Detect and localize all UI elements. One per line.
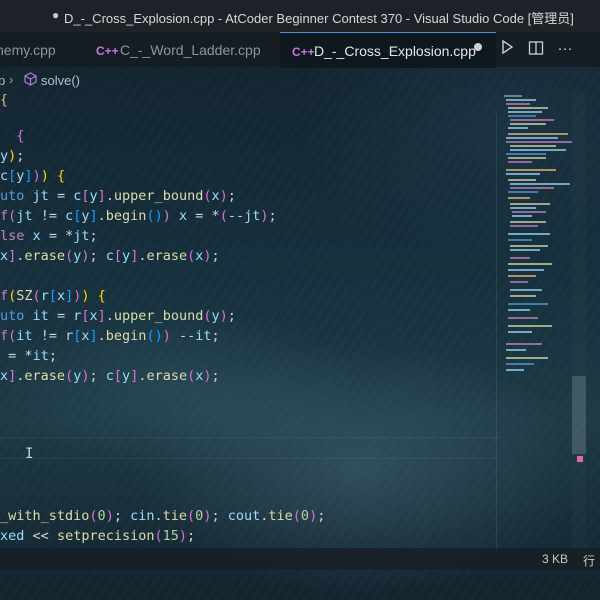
cursor-position[interactable]: 行 <box>583 552 595 569</box>
scrollbar-thumb[interactable] <box>572 376 586 454</box>
sticky-scroll-bracket: { <box>0 93 8 108</box>
code-line: uto jt = c[y].upper_bound(x); <box>0 188 236 204</box>
code-line: lse x = *jt; <box>0 228 98 244</box>
cpp-file-icon: C++ <box>292 45 315 59</box>
chevron-right-icon: › <box>9 72 14 87</box>
code-line: f(it != r[x].begin()) --it; <box>0 328 220 344</box>
window-title: D_-_Cross_Explosion.cpp - AtCoder Beginn… <box>64 11 574 26</box>
scrollbar-marker <box>577 456 583 462</box>
cpp-file-icon: C++ <box>96 44 119 58</box>
breadcrumb: p › solve() <box>0 67 600 93</box>
code-line: x].erase(y); c[y].erase(x); <box>0 368 220 384</box>
unsaved-dot-icon[interactable] <box>474 43 482 51</box>
unsaved-indicator: ● <box>52 8 60 22</box>
more-actions-icon[interactable]: ··· <box>556 40 574 58</box>
breadcrumb-item[interactable]: p <box>0 73 5 88</box>
minimap[interactable] <box>500 93 572 463</box>
code-editor[interactable]: { y); c[y])) { uto jt = c[y].upper_bound… <box>0 126 500 556</box>
status-bar: 3 KB 行 <box>0 548 600 570</box>
code-line: { <box>16 128 25 144</box>
code-line: x].erase(y); c[y].erase(x); <box>0 248 220 264</box>
tab-word-ladder[interactable]: C++ C_-_Word_Ladder.cpp <box>96 32 266 67</box>
run-icon[interactable] <box>498 39 516 58</box>
tab-label: hemy.cpp <box>0 42 56 58</box>
tab-hemy[interactable]: hemy.cpp <box>0 32 74 67</box>
code-line: y); <box>0 148 25 164</box>
tab-label: D_-_Cross_Explosion.cpp <box>314 43 476 59</box>
code-line: = *it; <box>8 348 57 364</box>
code-line: f(SZ(r[x])) { <box>0 288 106 304</box>
breadcrumb-item-solve[interactable]: solve() <box>41 73 80 88</box>
code-line: _with_stdio(0); cin.tie(0); cout.tie(0); <box>0 508 326 524</box>
file-size: 3 KB <box>542 552 569 566</box>
current-line-highlight <box>0 437 500 459</box>
code-line: uto it = r[x].upper_bound(y); <box>0 308 236 324</box>
vertical-scrollbar[interactable] <box>572 93 586 555</box>
text-cursor-icon: I <box>25 446 34 462</box>
code-line: xed << setprecision(15); <box>0 528 196 544</box>
method-icon <box>24 72 37 89</box>
code-line: f(jt != c[y].begin()) x = *(--jt); <box>0 208 277 224</box>
split-editor-icon[interactable] <box>527 40 545 58</box>
code-line: c[y])) { <box>0 168 66 184</box>
title-bar: ● D_-_Cross_Explosion.cpp - AtCoder Begi… <box>0 0 600 32</box>
tab-label: C_-_Word_Ladder.cpp <box>120 42 261 58</box>
tab-cross-explosion[interactable]: C++ D_-_Cross_Explosion.cpp <box>280 32 496 68</box>
